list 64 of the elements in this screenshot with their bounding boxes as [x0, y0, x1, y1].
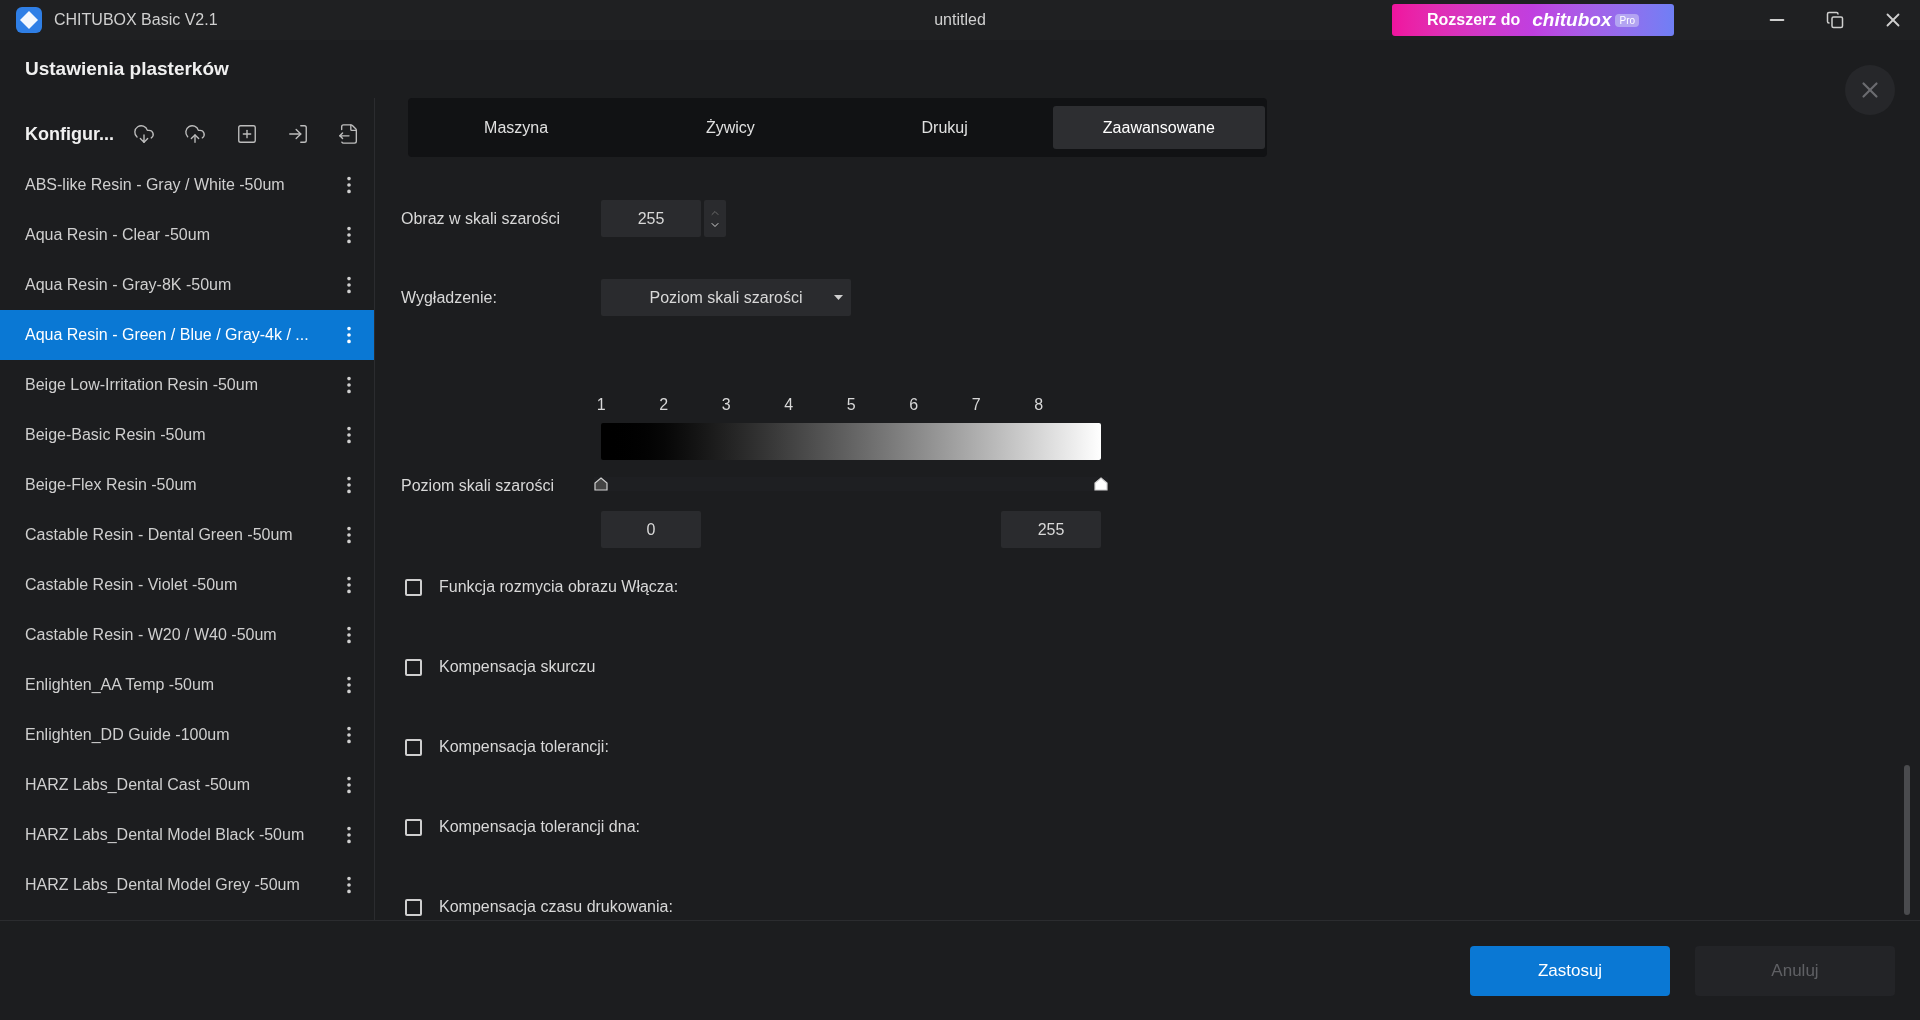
preset-item[interactable]: HARZ Labs_Dental Cast -50um [0, 760, 374, 810]
checkbox[interactable] [405, 658, 422, 676]
tick-label: 5 [845, 395, 857, 415]
import-icon[interactable] [286, 123, 309, 145]
preset-item[interactable]: HARZ Labs_Dental Model Black -50um [0, 810, 374, 860]
setting-label: Wygładzenie: [401, 287, 498, 308]
preset-item[interactable]: Enlighten_AA Temp -50um [0, 660, 374, 710]
checkbox[interactable] [405, 738, 422, 756]
cloud-upload-icon[interactable] [184, 123, 207, 145]
preset-item[interactable]: Aqua Resin - Gray-8K -50um [0, 260, 374, 310]
brand-name: chitubox [1532, 7, 1612, 32]
min-value-field[interactable]: 0 [601, 511, 701, 548]
tab[interactable]: Maszyna [410, 106, 623, 149]
restore-icon[interactable] [1826, 11, 1844, 29]
upgrade-banner[interactable]: Rozszerz do chitubox Pro [1392, 4, 1674, 36]
app-title: CHITUBOX Basic V2.1 [54, 10, 218, 30]
add-icon[interactable] [235, 123, 258, 145]
preset-item[interactable]: Aqua Resin - Green / Blue / Gray-4k / ... [0, 310, 374, 360]
preset-item[interactable]: Beige Low-Irritation Resin -50um [0, 360, 374, 410]
tab[interactable]: Drukuj [838, 106, 1051, 149]
smoothing-dropdown[interactable]: Poziom skali szarości [601, 279, 851, 316]
preset-item[interactable]: Castable Resin - Dental Green -50um [0, 510, 374, 560]
tick-label: 7 [970, 395, 982, 415]
preset-item[interactable]: HARZ Labs_Dental Model Grey -50um [0, 860, 374, 910]
sidebar-title: Konfigur... [25, 122, 115, 146]
document-title: untitled [934, 10, 986, 30]
preset-item[interactable]: Beige-Flex Resin -50um [0, 460, 374, 510]
checkbox[interactable] [405, 818, 422, 836]
tick-label: 8 [1033, 395, 1045, 415]
preset-item[interactable]: Castable Resin - W20 / W40 -50um [0, 610, 374, 660]
option-label: Kompensacja czasu drukowania: [439, 897, 673, 917]
option-label: Kompensacja tolerancji dna: [439, 817, 640, 837]
tick-label: 2 [658, 395, 670, 415]
dialog-close-button[interactable] [1845, 65, 1895, 115]
export-icon[interactable] [338, 123, 360, 145]
option-label: Kompensacja tolerancji: [439, 737, 609, 757]
max-value-field[interactable]: 255 [1001, 511, 1101, 548]
app-logo-icon [16, 7, 42, 33]
tab[interactable]: Żywicy [624, 106, 837, 149]
setting-label: Obraz w skali szarości [401, 208, 562, 229]
preset-item[interactable]: Beige-Basic Resin -50um [0, 410, 374, 460]
preset-item[interactable]: Enlighten_DD Guide -100um [0, 710, 374, 760]
tick-label: 4 [783, 395, 795, 415]
preset-item[interactable]: Castable Resin - Violet -50um [0, 560, 374, 610]
slider-handle[interactable] [594, 477, 608, 491]
caret-icon [834, 295, 843, 300]
pro-badge: Pro [1615, 13, 1640, 27]
checkbox[interactable] [405, 578, 422, 596]
preset-item[interactable]: ABS-like Resin - Gray / White -50um [0, 160, 374, 210]
option-label: Funkcja rozmycia obrazu Włącza: [439, 577, 679, 597]
dialog-button[interactable]: Zastosuj [1470, 945, 1670, 996]
cloud-download-icon[interactable] [133, 123, 155, 145]
setting-label: Poziom skali szarości [401, 475, 554, 496]
tick-label: 3 [720, 395, 732, 415]
tick-label: 6 [908, 395, 920, 415]
scrollbar-thumb[interactable] [1904, 765, 1910, 915]
number-field[interactable]: 255 [601, 200, 701, 237]
option-label: Kompensacja skurczu [439, 657, 596, 677]
preset-item[interactable]: Aqua Resin - Clear -50um [0, 210, 374, 260]
checkbox[interactable] [405, 898, 422, 916]
dialog-title: Ustawienia plasterków [25, 56, 229, 81]
tab[interactable]: Zaawansowane [1052, 106, 1265, 149]
tick-label: 1 [595, 395, 607, 415]
slider-handle[interactable] [1094, 477, 1108, 491]
